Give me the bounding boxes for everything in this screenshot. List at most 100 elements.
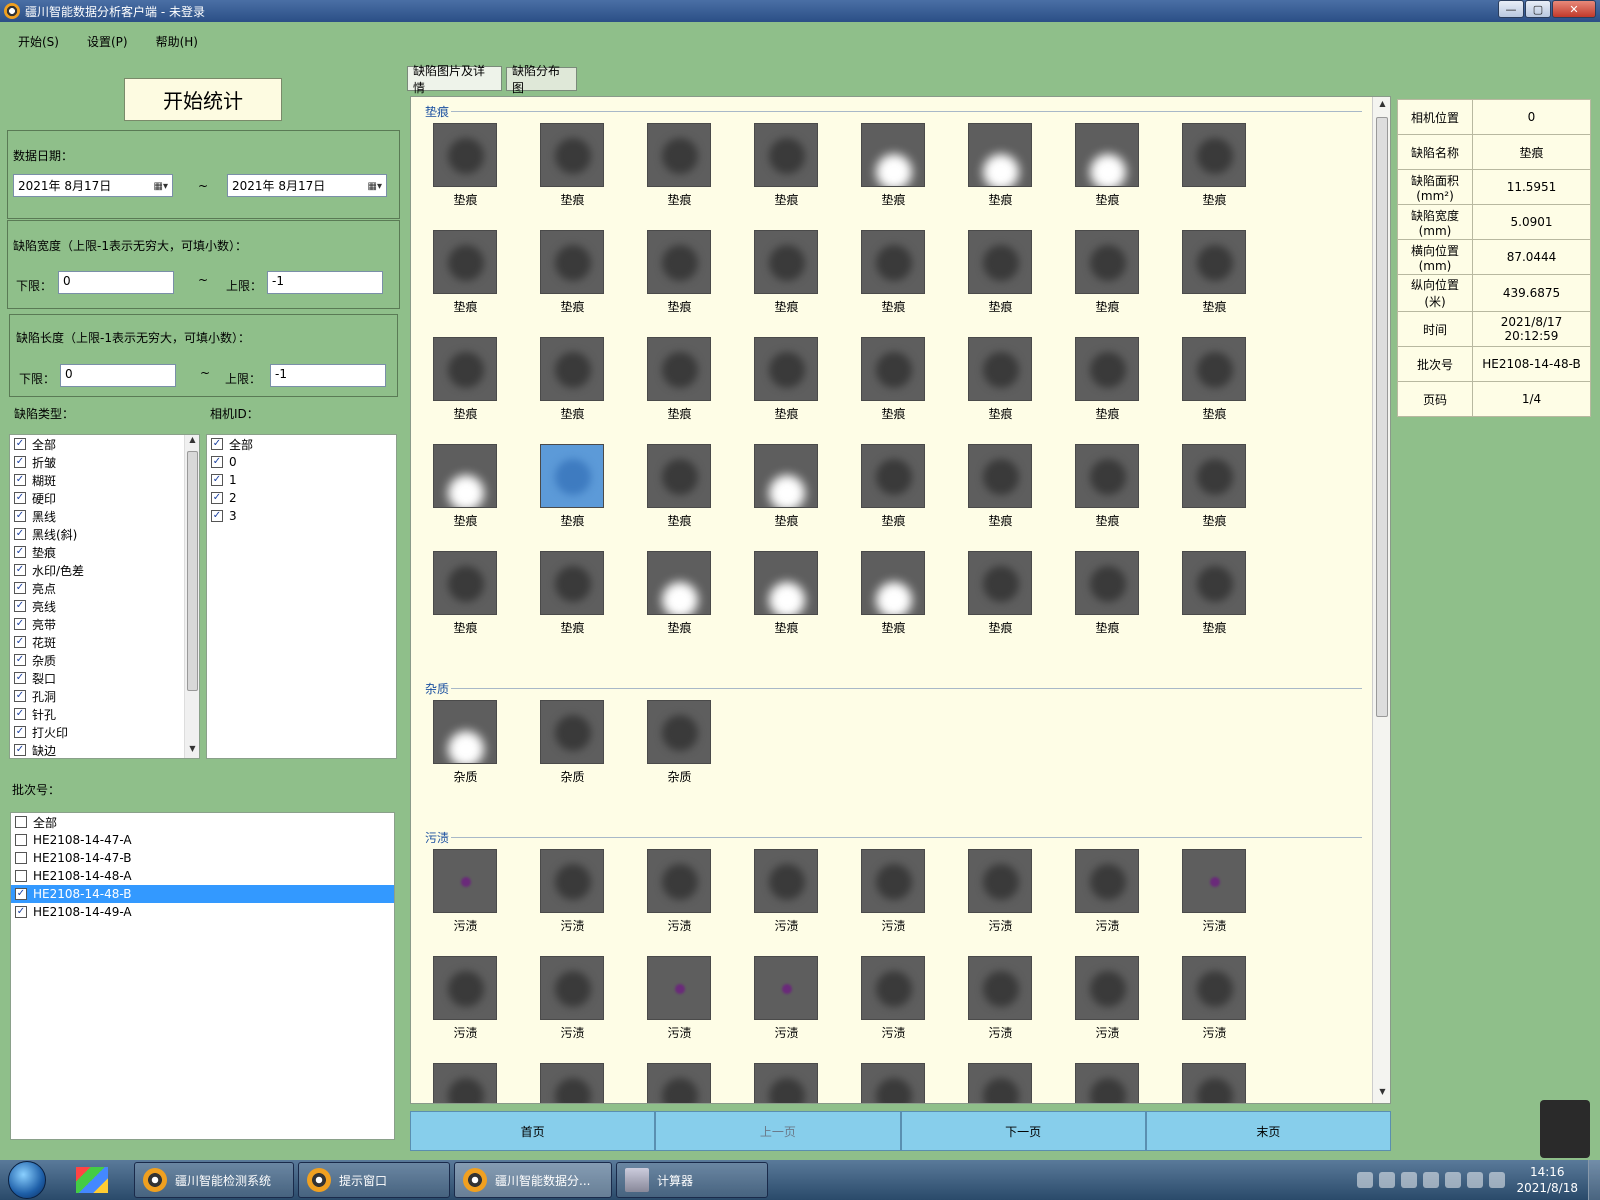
defect-thumbnail[interactable]: 垫痕: [1075, 230, 1140, 315]
minimize-button[interactable]: —: [1498, 0, 1524, 18]
defect-thumbnail[interactable]: 垫痕: [861, 551, 926, 636]
prev-page-button[interactable]: 上一页: [655, 1111, 901, 1151]
defect-thumbnail[interactable]: 垫痕: [968, 123, 1033, 208]
defect-image[interactable]: [861, 230, 925, 294]
defect-thumbnail[interactable]: 垫痕: [433, 123, 498, 208]
defect-thumbnail[interactable]: 污渍: [540, 956, 605, 1041]
width-upper-input[interactable]: -1: [267, 271, 383, 294]
defect-type-list[interactable]: ✓ 全部 ✓ 折皱 ✓ 糊斑 ✓ 硬印 ✓ 黑线 ✓ 黑线(斜) ✓ 垫痕 ✓ 水印/色差 ✓ 亮点 ✓ 亮线 ✓ 亮带 ✓…: [9, 434, 200, 759]
defect-thumbnail[interactable]: 垫痕: [968, 444, 1033, 529]
defect-type-item[interactable]: ✓ 打火印: [10, 723, 199, 741]
defect-image[interactable]: [433, 956, 497, 1020]
batch-list[interactable]: 全部 HE2108-14-47-A HE2108-14-47-B HE2108-14-…: [10, 812, 395, 1140]
defect-image[interactable]: [754, 551, 818, 615]
defect-image[interactable]: [540, 230, 604, 294]
checkbox-checked[interactable]: ✓: [14, 438, 26, 450]
checkbox-checked[interactable]: ✓: [211, 474, 223, 486]
defect-thumbnail[interactable]: 垫痕: [754, 123, 819, 208]
defect-type-item[interactable]: ✓ 裂口: [10, 669, 199, 687]
defect-thumbnail[interactable]: 垫痕: [1075, 444, 1140, 529]
floating-widget[interactable]: [1540, 1100, 1590, 1158]
camera-id-list[interactable]: ✓ 全部 ✓ 0 ✓ 1 ✓ 2 ✓ 3: [206, 434, 397, 759]
defect-image[interactable]: [861, 849, 925, 913]
defect-thumbnail[interactable]: 污渍: [433, 1063, 498, 1103]
defect-image[interactable]: [540, 956, 604, 1020]
defect-thumbnail[interactable]: 污渍: [754, 849, 819, 934]
defect-image[interactable]: [433, 551, 497, 615]
defect-image[interactable]: [540, 700, 604, 764]
checkbox-checked[interactable]: ✓: [211, 456, 223, 468]
camera-item[interactable]: ✓ 1: [207, 471, 396, 489]
scroll-down-icon[interactable]: ▼: [185, 744, 199, 758]
defect-image[interactable]: [861, 551, 925, 615]
keyboard-icon[interactable]: [1357, 1172, 1374, 1188]
defect-thumbnail[interactable]: 污渍: [1182, 956, 1247, 1041]
defect-thumbnail[interactable]: 垫痕: [1075, 551, 1140, 636]
defect-thumbnail[interactable]: 垫痕: [754, 551, 819, 636]
defect-thumbnail[interactable]: 污渍: [754, 1063, 819, 1103]
defect-type-item[interactable]: ✓ 糊斑: [10, 471, 199, 489]
checkbox-checked[interactable]: ✓: [14, 510, 26, 522]
defect-image[interactable]: [647, 956, 711, 1020]
tab-defect-distribution[interactable]: 缺陷分布图: [506, 64, 577, 95]
batch-item[interactable]: HE2108-14-48-A: [11, 867, 394, 885]
defect-image[interactable]: [1182, 956, 1246, 1020]
tab-defect-images[interactable]: 缺陷图片及详情: [407, 64, 502, 95]
quick-launch-icon[interactable]: [76, 1167, 108, 1193]
checkbox-checked[interactable]: ✓: [15, 888, 27, 900]
defect-image[interactable]: [754, 337, 818, 401]
defect-thumbnail[interactable]: 垫痕: [433, 230, 498, 315]
task-data-analysis[interactable]: 疆川智能数据分...: [454, 1162, 612, 1198]
defect-image[interactable]: [1182, 230, 1246, 294]
checkbox-checked[interactable]: ✓: [211, 510, 223, 522]
defect-thumbnail[interactable]: 垫痕: [754, 444, 819, 529]
defect-image[interactable]: [1075, 551, 1139, 615]
camera-item[interactable]: ✓ 2: [207, 489, 396, 507]
defect-thumbnail[interactable]: 垫痕: [1182, 337, 1247, 422]
defect-image[interactable]: [1075, 123, 1139, 187]
date-to-picker[interactable]: 2021年 8月17日 ▦▾: [227, 174, 387, 197]
defect-thumbnail[interactable]: 污渍: [1182, 1063, 1247, 1103]
checkbox-checked[interactable]: ✓: [211, 438, 223, 450]
defect-image[interactable]: [1182, 123, 1246, 187]
defect-thumbnail[interactable]: 垫痕: [647, 123, 712, 208]
date-from-picker[interactable]: 2021年 8月17日 ▦▾: [13, 174, 173, 197]
menu-help[interactable]: 帮助(H): [146, 33, 208, 50]
calendar-icon[interactable]: ▦▾: [146, 179, 168, 193]
start-statistics-button[interactable]: 开始统计: [124, 78, 282, 121]
defect-type-item[interactable]: ✓ 花斑: [10, 633, 199, 651]
defect-thumbnail[interactable]: 垫痕: [861, 337, 926, 422]
defect-thumbnail[interactable]: 垫痕: [968, 551, 1033, 636]
checkbox-checked[interactable]: ✓: [14, 744, 26, 756]
defect-type-item[interactable]: ✓ 缺边: [10, 741, 199, 758]
defect-image[interactable]: [754, 849, 818, 913]
defect-thumbnail[interactable]: 污渍: [433, 849, 498, 934]
defect-image[interactable]: [754, 1063, 818, 1103]
checkbox-checked[interactable]: ✓: [14, 546, 26, 558]
defect-thumbnail[interactable]: 垫痕: [433, 337, 498, 422]
next-page-button[interactable]: 下一页: [900, 1111, 1146, 1151]
defect-image[interactable]: [861, 444, 925, 508]
task-detect-system[interactable]: 疆川智能检测系统: [134, 1162, 294, 1198]
defect-thumbnail[interactable]: 垫痕: [540, 337, 605, 422]
defect-thumbnail[interactable]: 垫痕: [540, 123, 605, 208]
defect-thumbnail[interactable]: 污渍: [861, 849, 926, 934]
checkbox-checked[interactable]: ✓: [14, 528, 26, 540]
checkbox-checked[interactable]: ✓: [211, 492, 223, 504]
defect-thumbnail[interactable]: 污渍: [1075, 849, 1140, 934]
batch-item[interactable]: ✓ HE2108-14-49-A: [11, 903, 394, 921]
defect-type-scrollbar[interactable]: ▲ ▼: [184, 435, 199, 758]
defect-image[interactable]: [647, 123, 711, 187]
defect-image[interactable]: [968, 123, 1032, 187]
defect-thumbnail[interactable]: 污渍: [1182, 849, 1247, 934]
defect-type-item[interactable]: ✓ 亮线: [10, 597, 199, 615]
defect-image[interactable]: [861, 337, 925, 401]
security-icon[interactable]: [1423, 1172, 1440, 1188]
display-icon[interactable]: [1445, 1172, 1462, 1188]
defect-type-item[interactable]: ✓ 水印/色差: [10, 561, 199, 579]
defect-thumbnail[interactable]: 垫痕: [1182, 123, 1247, 208]
defect-thumbnail[interactable]: 垫痕: [433, 551, 498, 636]
defect-thumbnail[interactable]: 垫痕: [1182, 444, 1247, 529]
defect-type-item[interactable]: ✓ 垫痕: [10, 543, 199, 561]
camera-item[interactable]: ✓ 3: [207, 507, 396, 525]
